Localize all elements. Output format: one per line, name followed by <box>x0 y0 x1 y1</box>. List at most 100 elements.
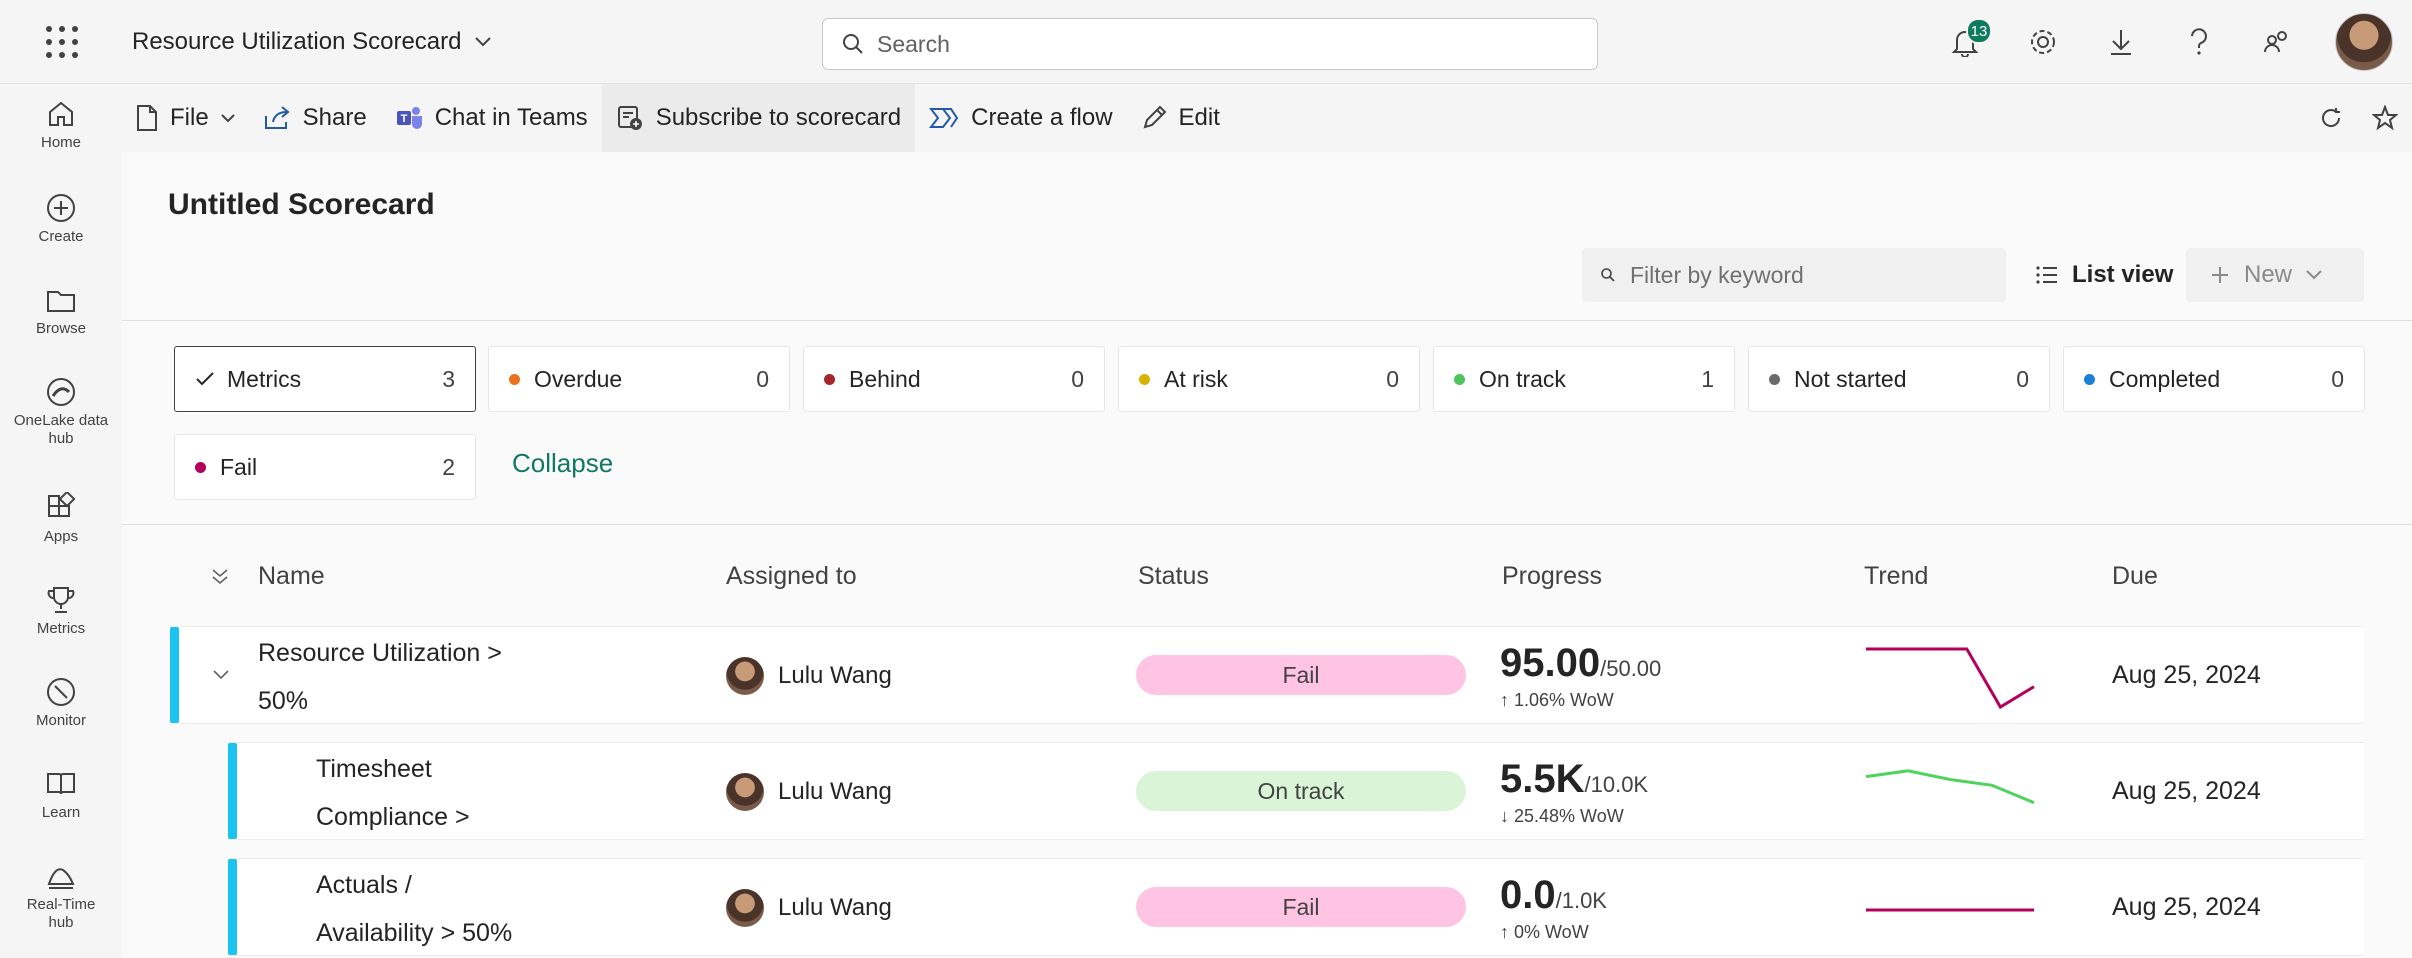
progress-target: /1.0K <box>1555 888 1607 913</box>
settings-button[interactable] <box>2004 0 2082 84</box>
nav-monitor[interactable]: Monitor <box>0 676 122 730</box>
metric-name[interactable]: Actuals / Availability > 50% <box>316 861 512 957</box>
list-view-button[interactable]: List view <box>2014 248 2195 302</box>
download-icon <box>2111 30 2131 55</box>
chip-fail[interactable]: Fail 2 <box>174 434 476 500</box>
teams-icon: T <box>396 107 422 129</box>
chip-metrics[interactable]: Metrics 3 <box>174 346 476 412</box>
notifications-button[interactable]: 13 <box>1926 0 2004 84</box>
status-dot <box>195 461 206 473</box>
status-dot <box>509 373 520 385</box>
account-button[interactable] <box>2316 0 2412 84</box>
column-header-progress[interactable]: Progress <box>1502 562 1602 591</box>
progress-cell[interactable]: 95.00/50.00 ↑ 1.06% WoW <box>1500 641 1661 711</box>
assignee[interactable]: Lulu Wang <box>726 889 892 927</box>
top-bar: Resource Utilization Scorecard 13 <box>0 0 2412 84</box>
help-icon <box>2191 28 2207 55</box>
file-label: File <box>170 104 209 131</box>
status-badge[interactable]: Fail <box>1136 655 1466 695</box>
chip-label: On track <box>1479 365 1566 392</box>
book-icon <box>47 773 75 795</box>
column-header-trend[interactable]: Trend <box>1864 562 1928 591</box>
trend-sparkline <box>1865 769 2035 805</box>
avatar <box>726 889 764 927</box>
scorecard-main: Untitled Scorecard List view New Metrics… <box>122 152 2412 958</box>
left-nav: Home Create Browse OneLake data hub Apps… <box>0 84 122 958</box>
chip-on-track[interactable]: On track 1 <box>1433 346 1735 412</box>
progress-value: 95.00 <box>1500 641 1601 685</box>
filter-box[interactable] <box>1582 248 2006 302</box>
collapse-link[interactable]: Collapse <box>512 448 613 479</box>
metric-name-line: 50% <box>258 687 309 715</box>
search-icon <box>843 34 863 54</box>
table-row[interactable]: Resource Utilization > 50% Lulu Wang Fai… <box>170 626 2364 724</box>
chip-not-started[interactable]: Not started 0 <box>1748 346 2050 412</box>
app-launcher-icon[interactable] <box>38 24 86 60</box>
search-input[interactable] <box>877 30 1477 58</box>
chevron-down-icon[interactable] <box>212 669 230 681</box>
status-dot <box>1769 373 1780 385</box>
chat-in-teams-button[interactable]: T Chat in Teams <box>381 84 602 152</box>
nav-learn[interactable]: Learn <box>0 768 122 822</box>
subscribe-button[interactable]: Subscribe to scorecard <box>601 84 916 152</box>
avatar <box>726 657 764 695</box>
column-header-name[interactable]: Name <box>258 562 325 591</box>
nav-create[interactable]: Create <box>0 192 122 246</box>
chip-count: 0 <box>756 365 769 392</box>
onelake-icon <box>47 378 75 406</box>
status-badge[interactable]: Fail <box>1136 887 1466 927</box>
chip-count: 0 <box>2016 365 2029 392</box>
nav-home[interactable]: Home <box>0 98 122 152</box>
metric-name[interactable]: Resource Utilization > 50% <box>258 629 502 725</box>
gear-icon <box>2031 30 2055 54</box>
nav-realtime[interactable]: Real-Time hub <box>0 860 122 932</box>
chip-overdue[interactable]: Overdue 0 <box>488 346 790 412</box>
help-button[interactable] <box>2160 0 2238 84</box>
progress-cell[interactable]: 0.0/1.0K ↑ 0% WoW <box>1500 873 1607 943</box>
share-button[interactable]: Share <box>249 84 381 152</box>
metric-name-line: Availability > 50% <box>316 919 513 947</box>
download-button[interactable] <box>2082 0 2160 84</box>
share-feedback-button[interactable] <box>2238 0 2316 84</box>
file-menu[interactable]: File <box>122 84 249 152</box>
table-row[interactable]: Timesheet Compliance > Lulu Wang On trac… <box>228 742 2364 840</box>
create-flow-button[interactable]: Create a flow <box>915 84 1126 152</box>
chip-completed[interactable]: Completed 0 <box>2063 346 2365 412</box>
column-header-status[interactable]: Status <box>1138 562 1209 591</box>
column-header-assigned[interactable]: Assigned to <box>726 562 857 591</box>
nav-browse[interactable]: Browse <box>0 284 122 338</box>
chip-label: Metrics <box>227 365 302 392</box>
new-button[interactable]: New <box>2186 248 2364 302</box>
metric-name[interactable]: Timesheet Compliance > <box>316 745 470 841</box>
metric-name-line: Timesheet <box>316 755 432 783</box>
table-row[interactable]: Actuals / Availability > 50% Lulu Wang F… <box>228 858 2364 956</box>
nav-onelake[interactable]: OneLake data hub <box>0 376 122 448</box>
filter-input[interactable] <box>1630 261 1990 289</box>
column-header-due[interactable]: Due <box>2112 562 2158 591</box>
assignee[interactable]: Lulu Wang <box>726 657 892 695</box>
pencil-icon <box>1143 105 1166 129</box>
expand-all-icon[interactable] <box>210 568 230 586</box>
nav-metrics[interactable]: Metrics <box>0 584 122 638</box>
chip-count: 0 <box>2331 365 2344 392</box>
metric-name-line: Actuals / <box>316 871 412 899</box>
chevron-down-icon <box>475 37 492 47</box>
app-root: Resource Utilization Scorecard 13 <box>0 0 2412 958</box>
chevron-down-icon <box>220 113 235 122</box>
assignee[interactable]: Lulu Wang <box>726 773 892 811</box>
status-badge[interactable]: On track <box>1136 771 1466 811</box>
chip-behind[interactable]: Behind 0 <box>803 346 1105 412</box>
refresh-button[interactable] <box>2304 84 2358 152</box>
edit-button[interactable]: Edit <box>1127 84 1234 152</box>
favorite-button[interactable] <box>2358 84 2412 152</box>
apps-icon <box>48 492 76 517</box>
file-icon <box>137 105 157 131</box>
nav-apps[interactable]: Apps <box>0 492 122 546</box>
search-box[interactable] <box>822 18 1598 70</box>
plus-circle-icon <box>47 194 75 222</box>
chip-at-risk[interactable]: At risk 0 <box>1118 346 1420 412</box>
workspace-title-dropdown[interactable]: Resource Utilization Scorecard <box>132 28 492 56</box>
trend-sparkline <box>1866 647 2035 710</box>
edit-label: Edit <box>1178 104 1220 131</box>
progress-cell[interactable]: 5.5K/10.0K ↓ 25.48% WoW <box>1500 757 1648 827</box>
